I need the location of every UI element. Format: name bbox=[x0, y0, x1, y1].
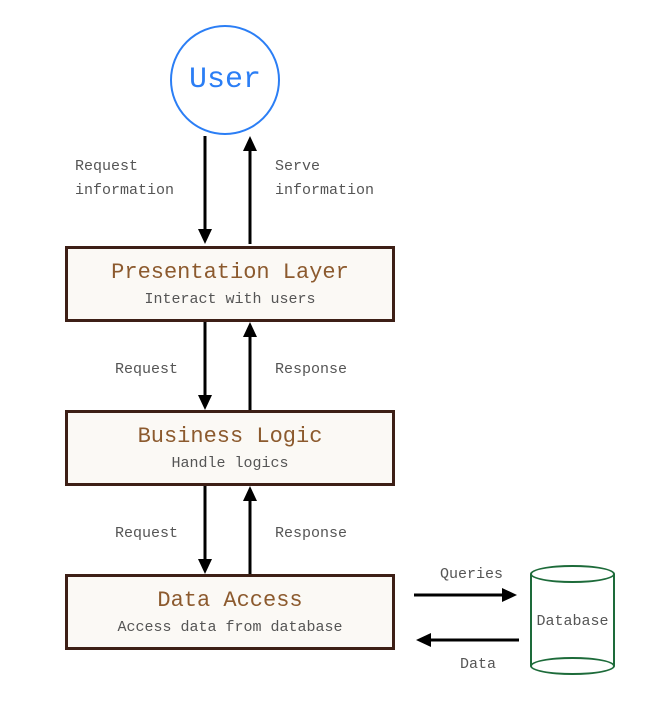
arrow-db-to-data bbox=[414, 630, 519, 650]
presentation-layer-title: Presentation Layer bbox=[111, 260, 349, 285]
database-cylinder-bottom bbox=[530, 657, 615, 675]
business-logic-box: Business Logic Handle logics bbox=[65, 410, 395, 486]
arrow-business-to-data bbox=[195, 486, 215, 576]
label-queries: Queries bbox=[440, 563, 503, 587]
data-access-title: Data Access bbox=[157, 588, 302, 613]
user-label: User bbox=[189, 63, 261, 97]
business-logic-title: Business Logic bbox=[138, 424, 323, 449]
arrow-presentation-to-business bbox=[195, 322, 215, 412]
database-node: Database bbox=[530, 565, 615, 675]
label-request-information: Request information bbox=[75, 155, 174, 203]
database-label: Database bbox=[530, 613, 615, 630]
label-serve-information: Serve information bbox=[275, 155, 374, 203]
label-biz-data-response: Response bbox=[275, 522, 347, 546]
label-biz-data-request: Request bbox=[115, 522, 178, 546]
data-access-subtitle: Access data from database bbox=[117, 619, 342, 636]
user-node: User bbox=[170, 25, 280, 135]
business-logic-subtitle: Handle logics bbox=[171, 455, 288, 472]
arrow-data-to-business bbox=[240, 486, 260, 576]
label-pres-biz-response: Response bbox=[275, 358, 347, 382]
arrow-data-to-db bbox=[414, 585, 519, 605]
arrow-presentation-to-user bbox=[240, 136, 260, 246]
label-pres-biz-request: Request bbox=[115, 358, 178, 382]
arrow-business-to-presentation bbox=[240, 322, 260, 412]
database-cylinder-top bbox=[530, 565, 615, 583]
presentation-layer-box: Presentation Layer Interact with users bbox=[65, 246, 395, 322]
label-data: Data bbox=[460, 653, 496, 677]
data-access-box: Data Access Access data from database bbox=[65, 574, 395, 650]
presentation-layer-subtitle: Interact with users bbox=[144, 291, 315, 308]
arrow-user-to-presentation bbox=[195, 136, 215, 246]
